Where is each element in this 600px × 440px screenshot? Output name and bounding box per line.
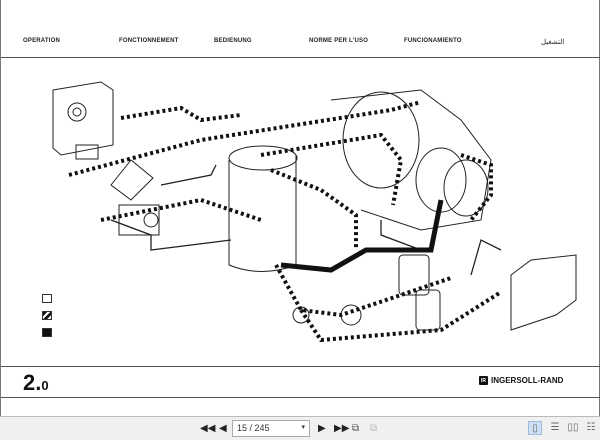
two-page-continuous-view-icon[interactable]: ☷ [584,421,598,435]
header-bedienung: BEDIENUNG [214,38,252,44]
brand-name: INGERSOLL-RAND [491,376,564,385]
prev-page-icon[interactable]: ◀ [219,422,227,436]
copy-page-icon[interactable]: ⧉ [370,422,377,436]
legend-empty [42,294,52,303]
receiver-tank [228,155,297,272]
section-number: 2.0 [23,370,49,396]
footer-divider-top [1,366,600,367]
viewer-toolbar: ◀◀ ◀ 15 / 245 ▾ ▶ ▶▶ ⧉ ⧉ ▯ ☰ ▯▯ ☷ [0,416,600,440]
continuous-view-icon[interactable]: ☰ [548,421,562,435]
next-page-icon[interactable]: ▶ [318,422,326,436]
header-norme: NORME PER L'USO [309,38,369,44]
document-page: OPERATION FONCTIONNEMENT BEDIENUNG NORME… [0,0,600,416]
ir-logo-icon: IR [479,376,488,385]
chevron-down-icon[interactable]: ▾ [301,423,305,431]
first-page-icon[interactable]: ◀◀ [200,422,215,436]
compressor-housing [342,91,420,189]
header-operation: OPERATION [23,38,61,44]
page-number-value: 15 / 245 [237,423,270,433]
two-page-view-icon[interactable]: ▯▯ [566,421,580,435]
section-minor: 0 [41,378,49,393]
brand-logo: IR INGERSOLL-RAND [479,376,563,385]
footer-divider-bottom [1,397,600,398]
page-number-input[interactable]: 15 / 245 ▾ [232,420,310,437]
compressor-flow-diagram [52,81,577,343]
aftercooler [510,254,577,331]
legend-hatched [42,311,52,320]
section-major: 2. [23,370,42,395]
legend-solid [42,328,52,337]
rotate-page-icon[interactable]: ⧉ [352,422,359,436]
last-page-icon[interactable]: ▶▶ [334,422,349,436]
single-page-view-icon[interactable]: ▯ [528,421,542,435]
header-arabic: التشغيل [541,39,565,46]
header-fonctionnement: FONCTIONNEMENT [119,38,179,44]
header-funcionamiento: FUNCIONAMIENTO [404,38,462,44]
header-divider [1,57,600,58]
